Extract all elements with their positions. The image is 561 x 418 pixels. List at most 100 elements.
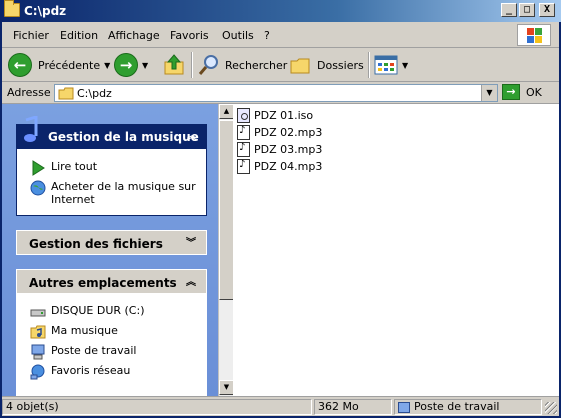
toolbar-separator [368,52,370,78]
search-icon [198,55,218,75]
place-my-music-label: Ma musique [51,324,118,337]
toolbar: ← Précédente ▼ → ▼ Rechercher Dossiers ▼ [2,48,559,82]
menu-fichier[interactable]: Fichier [13,29,49,42]
chevron-down-icon: ▼ [402,60,409,70]
forward-button[interactable]: → ▼ [114,52,148,78]
globe-icon [30,180,46,196]
other-places-title: Autres emplacements [29,276,177,290]
search-button[interactable]: Rechercher [197,52,287,78]
up-folder-button[interactable] [162,52,186,78]
status-location-label: Poste de travail [414,400,500,413]
hard-drive-icon [30,309,46,317]
menu-edition[interactable]: Edition [60,29,98,42]
place-my-music[interactable]: Ma musique [17,321,206,341]
task-pane-scrollbar[interactable]: ▲ ▼ [218,104,234,396]
status-bar: 4 objet(s) 362 Mo Poste de travail [2,396,559,416]
file-name: PDZ 01.iso [254,108,314,122]
back-arrow-icon: ← [8,53,32,77]
folders-icon [290,58,310,74]
window-title: C:\pdz [24,4,67,18]
place-hard-disk[interactable]: DISQUE DUR (C:) [17,301,206,321]
play-icon [32,160,45,176]
go-button[interactable]: → OK [502,84,542,100]
list-item[interactable]: PDZ 01.iso [237,107,313,123]
computer-icon [31,344,45,360]
views-button[interactable]: ▼ [374,52,408,78]
menu-affichage[interactable]: Affichage [108,29,160,42]
title-bar[interactable]: C:\pdz _ □ X [0,0,561,22]
place-network[interactable]: Favoris réseau [17,361,206,381]
back-label: Précédente [38,58,101,72]
list-item[interactable]: PDZ 02.mp3 [237,124,322,140]
other-places-body: DISQUE DUR (C:) Ma musique Poste de trav… [16,294,207,396]
scroll-thumb[interactable] [219,120,234,300]
chevron-down-icon: ▼ [104,60,111,70]
collapse-chevron-icon[interactable]: ︽ [184,276,198,290]
folders-label: Dossiers [317,58,364,72]
music-folder-icon [30,325,46,339]
file-tasks-header[interactable]: Gestion des fichiers ︾ [16,230,207,255]
place-hard-disk-label: DISQUE DUR (C:) [51,304,145,317]
file-name: PDZ 04.mp3 [254,159,323,173]
address-value: C:\pdz [77,87,112,100]
address-bar: Adresse C:\pdz ▼ → OK [2,82,559,104]
mp3-file-icon [237,124,250,140]
other-places-header[interactable]: Autres emplacements ︽ [16,269,207,294]
other-places-panel: Autres emplacements ︽ DISQUE DUR (C:) Ma… [16,269,207,396]
file-name: PDZ 03.mp3 [254,142,323,156]
expand-chevron-icon[interactable]: ︾ [184,237,198,251]
music-tasks-header[interactable]: Gestion de la musique ︽ [16,116,207,149]
menu-help[interactable]: ? [264,29,270,42]
status-size: 362 Mo [314,399,392,415]
explorer-window: C:\pdz _ □ X Fichier Edition Affichage F… [0,0,561,418]
music-tasks-body: Lire tout Acheter de la musique sur Inte… [16,149,207,216]
file-tasks-title: Gestion des fichiers [29,237,163,251]
scroll-down-button[interactable]: ▼ [219,380,234,395]
folders-button[interactable]: Dossiers [289,52,364,78]
address-dropdown-button[interactable]: ▼ [481,85,497,101]
buy-music-link[interactable]: Acheter de la musique sur Internet [17,177,206,206]
computer-icon [398,401,410,413]
list-item[interactable]: PDZ 03.mp3 [237,141,322,157]
chevron-down-icon: ▼ [142,60,149,70]
search-label: Rechercher [225,58,288,72]
status-object-count: 4 objet(s) [2,399,312,415]
go-label: OK [526,85,542,99]
task-pane: Gestion de la musique ︽ Lire tout Achete… [2,104,233,396]
mp3-file-icon [237,158,250,174]
maximize-button[interactable]: □ [519,3,535,17]
music-tasks-panel: Gestion de la musique ︽ Lire tout Achete… [16,116,207,216]
minimize-button[interactable]: _ [501,3,517,17]
music-tasks-title: Gestion de la musique [48,130,199,144]
address-label: Adresse [7,86,51,99]
mp3-file-icon [237,141,250,157]
place-network-label: Favoris réseau [51,364,131,377]
menu-outils[interactable]: Outils [222,29,254,42]
folder-icon [4,0,20,17]
file-tasks-panel: Gestion des fichiers ︾ [16,230,207,255]
network-icon [30,364,45,380]
place-my-computer[interactable]: Poste de travail [17,341,206,361]
up-folder-icon [164,54,184,75]
collapse-chevron-icon[interactable]: ︽ [185,130,199,144]
file-name: PDZ 02.mp3 [254,125,323,139]
menu-favoris[interactable]: Favoris [170,29,209,42]
resize-grip[interactable] [545,402,557,414]
windows-logo-icon [517,24,551,46]
buy-music-label: Acheter de la musique sur Internet [51,180,196,206]
scroll-up-button[interactable]: ▲ [219,104,234,119]
list-item[interactable]: PDZ 04.mp3 [237,158,322,174]
menu-bar: Fichier Edition Affichage Favoris Outils… [2,22,559,48]
status-location: Poste de travail [394,399,542,415]
address-input[interactable]: C:\pdz ▼ [54,84,498,102]
play-all-link[interactable]: Lire tout [17,157,206,177]
close-button[interactable]: X [539,3,555,17]
toolbar-separator [191,52,193,78]
back-button[interactable]: ← Précédente ▼ [8,52,110,78]
folder-icon [58,87,74,100]
views-grid-icon [374,55,398,75]
go-arrow-icon: → [502,84,520,100]
music-note-icon [24,116,38,142]
play-all-label: Lire tout [51,160,98,173]
iso-file-icon [237,107,250,123]
